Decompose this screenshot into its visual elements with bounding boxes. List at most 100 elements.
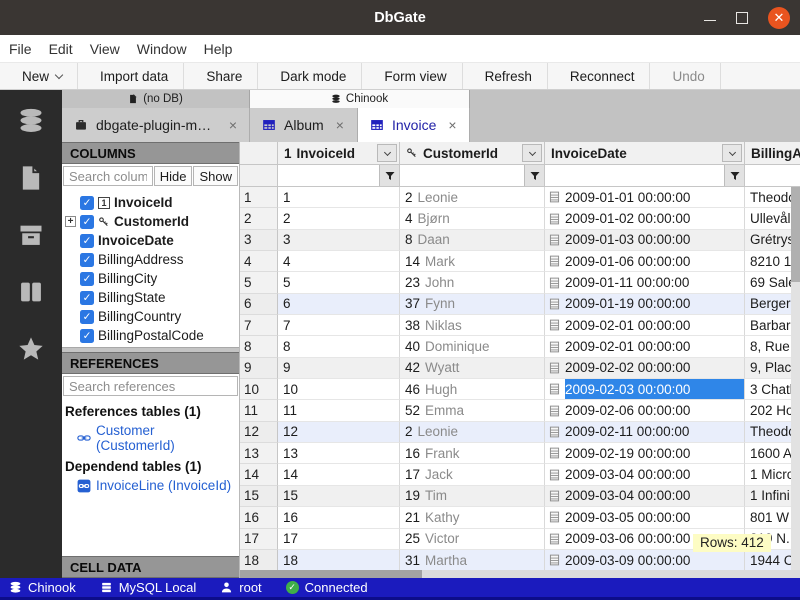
column-item-billingcountry[interactable]: ✓BillingCountry [62, 307, 239, 326]
tab-dbgate-plugin-mssql[interactable]: dbgate-plugin-mssql× [62, 108, 250, 142]
references-panel-header[interactable]: REFERENCES [62, 352, 239, 374]
row-number-cell[interactable]: 11 [240, 400, 278, 421]
column-menu-button[interactable] [522, 144, 542, 162]
undo-button[interactable]: Undo [650, 63, 720, 89]
filter-input-customerid[interactable] [400, 165, 524, 186]
close-icon[interactable]: ✕ [768, 7, 790, 29]
vertical-scrollbar[interactable] [791, 187, 800, 570]
vertical-scrollbar-thumb[interactable] [791, 187, 800, 282]
invoice-id-cell[interactable]: 18 [278, 550, 400, 571]
customer-id-cell[interactable]: 19Tim [400, 486, 545, 507]
column-item-invoiceid[interactable]: ✓1InvoiceId [62, 193, 239, 212]
invoice-id-cell[interactable]: 11 [278, 400, 400, 421]
row-number-cell[interactable]: 9 [240, 358, 278, 379]
column-item-customerid[interactable]: +✓CustomerId [62, 212, 239, 231]
sidebar-star-icon[interactable] [16, 334, 46, 364]
row-number-cell[interactable]: 3 [240, 230, 278, 251]
tab-close-icon[interactable]: × [229, 117, 237, 133]
cell-data-panel-header[interactable]: CELL DATA [62, 556, 239, 578]
tab-album[interactable]: Album× [250, 108, 358, 142]
row-number-cell[interactable]: 16 [240, 507, 278, 528]
column-checkbox[interactable]: ✓ [80, 310, 94, 324]
new-button[interactable]: New [0, 63, 78, 89]
column-header-invoicedate[interactable]: InvoiceDate [545, 142, 745, 165]
reference-link-customer[interactable]: Customer (CustomerId) [65, 422, 237, 457]
row-number-cell[interactable]: 6 [240, 294, 278, 315]
share-button[interactable]: Share [184, 63, 258, 89]
invoice-id-cell[interactable]: 2 [278, 208, 400, 229]
invoice-id-cell[interactable]: 13 [278, 443, 400, 464]
column-checkbox[interactable]: ✓ [80, 272, 94, 286]
invoice-id-cell[interactable]: 12 [278, 422, 400, 443]
invoice-date-cell[interactable]: 2009-02-02 00:00:00 [545, 358, 745, 379]
column-item-billingcity[interactable]: ✓BillingCity [62, 269, 239, 288]
tab-invoice[interactable]: Invoice× [358, 108, 470, 142]
column-header-invoiceid[interactable]: 1InvoiceId [278, 142, 400, 165]
customer-id-cell[interactable]: 14Mark [400, 251, 545, 272]
sidebar-file-icon[interactable] [16, 163, 46, 193]
row-number-cell[interactable]: 18 [240, 550, 278, 571]
invoice-date-cell[interactable]: 2009-02-06 00:00:00 [545, 400, 745, 421]
customer-id-cell[interactable]: 42Wyatt [400, 358, 545, 379]
row-number-cell[interactable]: 5 [240, 272, 278, 293]
customer-id-cell[interactable]: 40Dominique [400, 336, 545, 357]
invoice-date-cell[interactable]: 2009-01-01 00:00:00 [545, 187, 745, 208]
invoice-date-cell[interactable]: 2009-01-02 00:00:00 [545, 208, 745, 229]
customer-id-cell[interactable]: 21Kathy [400, 507, 545, 528]
row-number-cell[interactable]: 14 [240, 464, 278, 485]
filter-input-invoicedate[interactable] [545, 165, 724, 186]
column-item-billingpostalcode[interactable]: ✓BillingPostalCode [62, 326, 239, 345]
column-item-invoicedate[interactable]: ✓InvoiceDate [62, 231, 239, 250]
invoice-id-cell[interactable]: 6 [278, 294, 400, 315]
filter-input-invoiceid[interactable] [278, 165, 379, 186]
column-item-billingstate[interactable]: ✓BillingState [62, 288, 239, 307]
row-number-cell[interactable]: 13 [240, 443, 278, 464]
refresh-button[interactable]: Refresh [463, 63, 548, 89]
invoice-date-cell[interactable]: 2009-02-11 00:00:00 [545, 422, 745, 443]
customer-id-cell[interactable]: 38Niklas [400, 315, 545, 336]
tab-group--no-db-[interactable]: (no DB) [62, 90, 250, 108]
invoice-id-cell[interactable]: 15 [278, 486, 400, 507]
row-number-cell[interactable]: 4 [240, 251, 278, 272]
tab-close-icon[interactable]: × [336, 117, 344, 133]
form-view-button[interactable]: Form view [362, 63, 462, 89]
sidebar-archive-icon[interactable] [16, 220, 46, 250]
column-header-billingaddress[interactable]: BillingAddress [745, 142, 800, 165]
column-menu-button[interactable] [722, 144, 742, 162]
column-checkbox[interactable]: ✓ [80, 215, 94, 229]
invoice-date-cell[interactable]: 2009-01-06 00:00:00 [545, 251, 745, 272]
columns-panel-header[interactable]: COLUMNS [62, 142, 239, 164]
tab-close-icon[interactable]: × [448, 117, 456, 133]
invoice-date-cell[interactable]: 2009-03-04 00:00:00 [545, 486, 745, 507]
invoice-id-cell[interactable]: 14 [278, 464, 400, 485]
menu-item-file[interactable]: File [9, 41, 32, 57]
row-number-cell[interactable]: 7 [240, 315, 278, 336]
horizontal-scrollbar-thumb[interactable] [240, 570, 422, 578]
customer-id-cell[interactable]: 52Emma [400, 400, 545, 421]
menu-item-help[interactable]: Help [204, 41, 233, 57]
sidebar-database-icon[interactable] [16, 106, 46, 136]
customer-id-cell[interactable]: 2Leonie [400, 422, 545, 443]
customer-id-cell[interactable]: 25Victor [400, 529, 545, 550]
customer-id-cell[interactable]: 8Daan [400, 230, 545, 251]
column-menu-button[interactable] [377, 144, 397, 162]
customer-id-cell[interactable]: 2Leonie [400, 187, 545, 208]
status-chinook[interactable]: Chinook [9, 580, 76, 595]
invoice-id-cell[interactable]: 3 [278, 230, 400, 251]
invoice-date-cell[interactable]: 2009-03-05 00:00:00 [545, 507, 745, 528]
dark-mode-button[interactable]: Dark mode [258, 63, 362, 89]
row-number-cell[interactable]: 1 [240, 187, 278, 208]
customer-id-cell[interactable]: 16Frank [400, 443, 545, 464]
reconnect-button[interactable]: Reconnect [548, 63, 651, 89]
columns-search-input[interactable] [63, 166, 153, 186]
invoice-date-cell[interactable]: 2009-02-01 00:00:00 [545, 336, 745, 357]
maximize-icon[interactable] [736, 12, 748, 24]
expand-plus-icon[interactable]: + [65, 216, 76, 227]
row-number-cell[interactable]: 17 [240, 529, 278, 550]
invoice-date-cell[interactable]: 2009-01-03 00:00:00 [545, 230, 745, 251]
row-number-cell[interactable]: 12 [240, 422, 278, 443]
invoice-date-cell[interactable]: 2009-01-11 00:00:00 [545, 272, 745, 293]
hide-button[interactable]: Hide [154, 166, 193, 186]
column-checkbox[interactable]: ✓ [80, 234, 94, 248]
customer-id-cell[interactable]: 46Hugh [400, 379, 545, 400]
